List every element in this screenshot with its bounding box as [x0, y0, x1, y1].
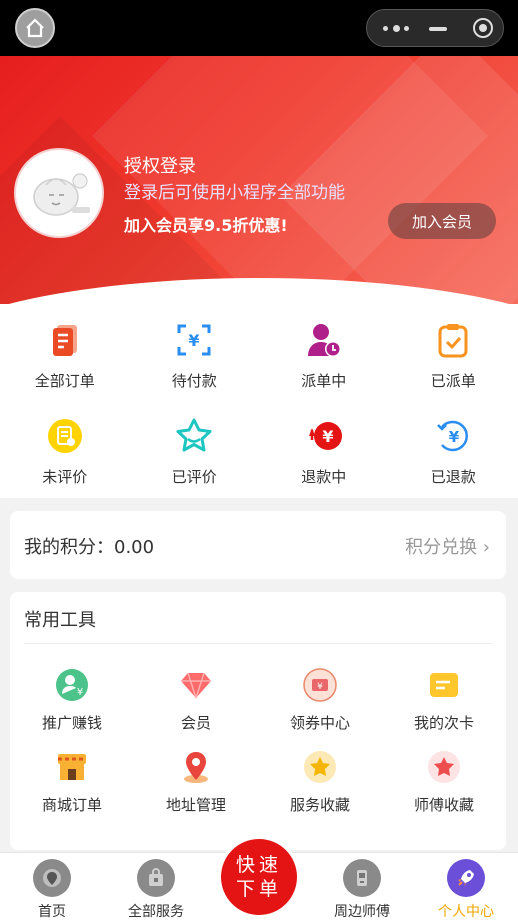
refund-icon: ¥ [304, 416, 344, 456]
order-dispatched[interactable]: 已派单 [389, 304, 518, 400]
document-icon [45, 320, 85, 360]
order-refunding[interactable]: ¥ 退款中 [259, 400, 389, 496]
star-outline-icon [174, 416, 214, 456]
avatar[interactable] [14, 148, 104, 238]
tool-promote[interactable]: ¥ 推广赚钱 [10, 668, 134, 750]
tool-coupon[interactable]: ¥ 领券中心 [258, 668, 382, 750]
order-rated[interactable]: 已评价 [130, 400, 260, 496]
tab-nearby-masters[interactable]: 周边师傅 [312, 859, 412, 920]
tab-profile[interactable]: 个人中心 [416, 859, 516, 920]
order-refunded[interactable]: ¥ 已退款 [389, 400, 518, 496]
card-icon [427, 668, 461, 702]
order-all[interactable]: 全部订单 [0, 304, 130, 400]
minimize-icon[interactable] [429, 27, 447, 31]
clipboard-check-icon [433, 320, 473, 360]
order-pending-payment[interactable]: ¥ 待付款 [130, 304, 260, 400]
divider [24, 643, 492, 644]
login-subtitle: 登录后可使用小程序全部功能 [124, 183, 345, 203]
tool-shop-orders[interactable]: 商城订单 [10, 750, 134, 832]
shop-icon [55, 750, 89, 784]
coupon-icon: ¥ [303, 668, 337, 702]
points-exchange-link[interactable]: 积分兑换 › [405, 533, 490, 559]
svg-text:¥: ¥ [449, 428, 460, 446]
order-unrated[interactable]: 未评价 [0, 400, 130, 496]
svg-text:¥: ¥ [77, 687, 83, 698]
promote-user-icon: ¥ [55, 668, 89, 702]
points-balance: 我的积分：0.00 [24, 537, 155, 558]
location-pin-icon [179, 750, 213, 784]
tool-master-favorites[interactable]: 师傅收藏 [382, 750, 506, 832]
tool-address[interactable]: 地址管理 [134, 750, 258, 832]
star-red-icon [427, 750, 461, 784]
svg-text:¥: ¥ [189, 331, 200, 350]
quick-order-button[interactable]: 快速 下单 [218, 836, 300, 918]
svg-text:¥: ¥ [317, 682, 323, 692]
profile-banner: 授权登录 登录后可使用小程序全部功能 加入会员享9.5折优惠! 加入会员 [0, 56, 518, 304]
member-promo-text: 加入会员享9.5折优惠! [124, 216, 288, 235]
home-pin-icon [33, 859, 71, 897]
order-dispatching[interactable]: 派单中 [259, 304, 389, 400]
login-title[interactable]: 授权登录 [124, 152, 196, 178]
yuan-scan-icon: ¥ [174, 320, 214, 360]
top-bar [0, 0, 518, 56]
star-badge-icon [303, 750, 337, 784]
refunded-icon: ¥ [433, 416, 473, 456]
tab-home[interactable]: 首页 [2, 859, 102, 920]
yellow-document-icon [45, 416, 85, 456]
device-icon [343, 859, 381, 897]
tab-all-services[interactable]: 全部服务 [106, 859, 206, 920]
home-icon[interactable] [15, 8, 55, 48]
rocket-icon [447, 859, 485, 897]
quick-order-line1: 快速 [235, 854, 282, 876]
join-member-button[interactable]: 加入会员 [388, 203, 496, 239]
points-card: 我的积分：0.00 积分兑换 › [10, 511, 506, 579]
order-status-panel: 全部订单 ¥ 待付款 派单中 已派单 未评价 已评价 ¥ 退款中 ¥ 已退款 [0, 304, 518, 498]
quick-order-line2: 下单 [235, 878, 282, 900]
svg-text:¥: ¥ [322, 427, 333, 446]
tool-card[interactable]: 我的次卡 [382, 668, 506, 750]
more-icon[interactable] [383, 22, 411, 34]
diamond-icon [179, 668, 213, 702]
mini-program-capsule [366, 9, 504, 47]
tools-title: 常用工具 [24, 610, 96, 631]
close-target-icon[interactable] [473, 18, 493, 38]
tool-member[interactable]: 会员 [134, 668, 258, 750]
bag-icon [137, 859, 175, 897]
common-tools-card: 常用工具 ¥ 推广赚钱 会员 ¥ 领券中心 我的次卡 商城订单 地址管理 服务收… [10, 592, 506, 850]
person-clock-icon [304, 320, 344, 360]
tool-service-favorites[interactable]: 服务收藏 [258, 750, 382, 832]
